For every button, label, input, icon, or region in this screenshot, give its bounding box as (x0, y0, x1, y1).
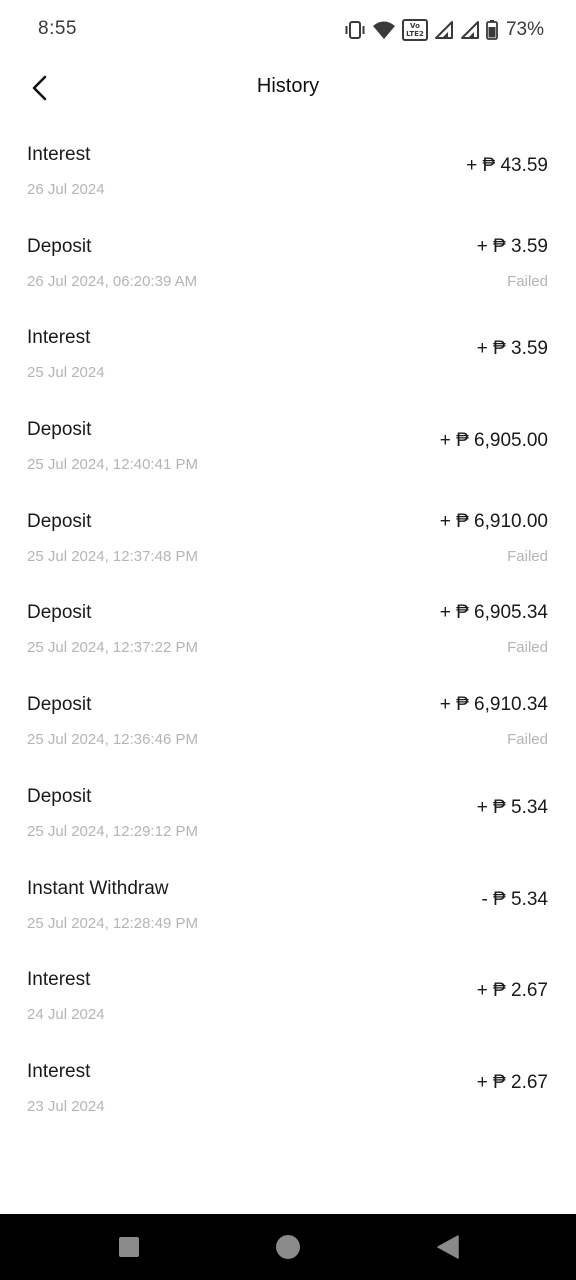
transaction-row[interactable]: Interest 26 Jul 2024 + ₱ 43.59 (0, 124, 576, 216)
transaction-row[interactable]: Deposit 26 Jul 2024, 06:20:39 AM + ₱ 3.5… (0, 216, 576, 308)
transaction-date: 26 Jul 2024 (27, 181, 105, 198)
transaction-amount: - ₱ 5.34 (481, 888, 548, 910)
vibrate-icon (344, 20, 366, 40)
transaction-title: Deposit (27, 510, 92, 532)
transaction-title: Deposit (27, 602, 92, 624)
triangle-icon (437, 1235, 459, 1259)
signal-icon (434, 20, 454, 40)
transaction-title: Deposit (27, 419, 92, 441)
transaction-row[interactable]: Interest 25 Jul 2024 + ₱ 3.59 (0, 307, 576, 399)
transaction-title: Interest (27, 327, 91, 349)
transaction-status: Failed (507, 731, 548, 749)
transaction-date: 25 Jul 2024, 12:37:48 PM (27, 547, 198, 565)
transaction-amount: + ₱ 6,910.34 (439, 694, 548, 716)
square-icon (119, 1237, 139, 1257)
volte-bottom: LTE2 (406, 30, 424, 38)
transaction-amount: + ₱ 2.67 (476, 1071, 548, 1093)
transaction-row[interactable]: Deposit 25 Jul 2024, 12:40:41 PM + ₱ 6,9… (0, 399, 576, 491)
transaction-amount: + ₱ 2.67 (476, 980, 548, 1002)
status-icons: Vo LTE2 73% (344, 16, 544, 44)
transaction-status: Failed (507, 272, 548, 290)
transaction-amount: + ₱ 6,910.00 (439, 510, 548, 532)
transaction-amount: + ₱ 43.59 (466, 155, 548, 176)
transaction-date: 25 Jul 2024, 12:28:49 PM (27, 914, 198, 932)
transaction-date: 25 Jul 2024, 12:37:22 PM (27, 639, 198, 657)
transaction-title: Deposit (27, 694, 92, 716)
transaction-row[interactable]: Deposit 25 Jul 2024, 12:29:12 PM + ₱ 5.3… (0, 766, 576, 858)
transaction-row[interactable]: Deposit 25 Jul 2024, 12:37:48 PM + ₱ 6,9… (0, 491, 576, 583)
transaction-amount: + ₱ 3.59 (476, 235, 548, 257)
transaction-title: Interest (27, 969, 91, 991)
transaction-date: 24 Jul 2024 (27, 1006, 105, 1024)
transaction-date: 25 Jul 2024, 12:40:41 PM (27, 456, 198, 474)
page-title: History (256, 75, 320, 97)
battery-percentage: 73% (505, 19, 544, 40)
status-bar: 8:55 Vo LTE2 73% (0, 0, 576, 60)
volte-icon: Vo LTE2 (401, 19, 428, 41)
transaction-date: 25 Jul 2024, 12:36:46 PM (27, 731, 198, 749)
transaction-row[interactable]: Instant Withdraw 25 Jul 2024, 12:28:49 P… (0, 858, 576, 950)
system-nav-bar (0, 1214, 576, 1280)
transaction-amount: + ₱ 3.59 (476, 338, 548, 360)
transaction-title: Deposit (27, 785, 92, 807)
recents-button[interactable] (89, 1214, 169, 1280)
transaction-title: Interest (27, 1060, 91, 1082)
transaction-status: Failed (507, 547, 548, 565)
transaction-date: 23 Jul 2024 (27, 1097, 105, 1115)
transaction-row[interactable]: Deposit 25 Jul 2024, 12:37:22 PM + ₱ 6,9… (0, 582, 576, 674)
transaction-amount: + ₱ 5.34 (476, 796, 548, 818)
transaction-title: Interest (27, 144, 91, 165)
nav-back-button[interactable] (408, 1214, 488, 1280)
status-time: 8:55 (38, 18, 77, 39)
transaction-row[interactable]: Deposit 25 Jul 2024, 12:36:46 PM + ₱ 6,9… (0, 674, 576, 766)
battery-icon (486, 20, 498, 40)
transaction-row[interactable]: Interest 23 Jul 2024 + ₱ 2.67 (0, 1041, 576, 1133)
wifi-icon (372, 20, 396, 40)
transaction-date: 25 Jul 2024, 12:29:12 PM (27, 822, 198, 840)
app-header: History (0, 60, 576, 116)
history-list: Interest 26 Jul 2024 + ₱ 43.59 Deposit 2… (0, 124, 576, 1133)
transaction-row[interactable]: Interest 24 Jul 2024 + ₱ 2.67 (0, 949, 576, 1041)
home-button[interactable] (248, 1214, 328, 1280)
circle-icon (276, 1235, 300, 1259)
volte-top: Vo (410, 22, 420, 30)
transaction-date: 26 Jul 2024, 06:20:39 AM (27, 272, 198, 290)
transaction-date: 25 Jul 2024 (27, 364, 105, 382)
transaction-status: Failed (507, 639, 548, 657)
signal-icon-secondary (460, 20, 480, 40)
transaction-title: Instant Withdraw (27, 877, 169, 899)
transaction-title: Deposit (27, 235, 92, 257)
transaction-amount: + ₱ 6,905.34 (439, 602, 548, 624)
transaction-amount: + ₱ 6,905.00 (439, 430, 548, 452)
